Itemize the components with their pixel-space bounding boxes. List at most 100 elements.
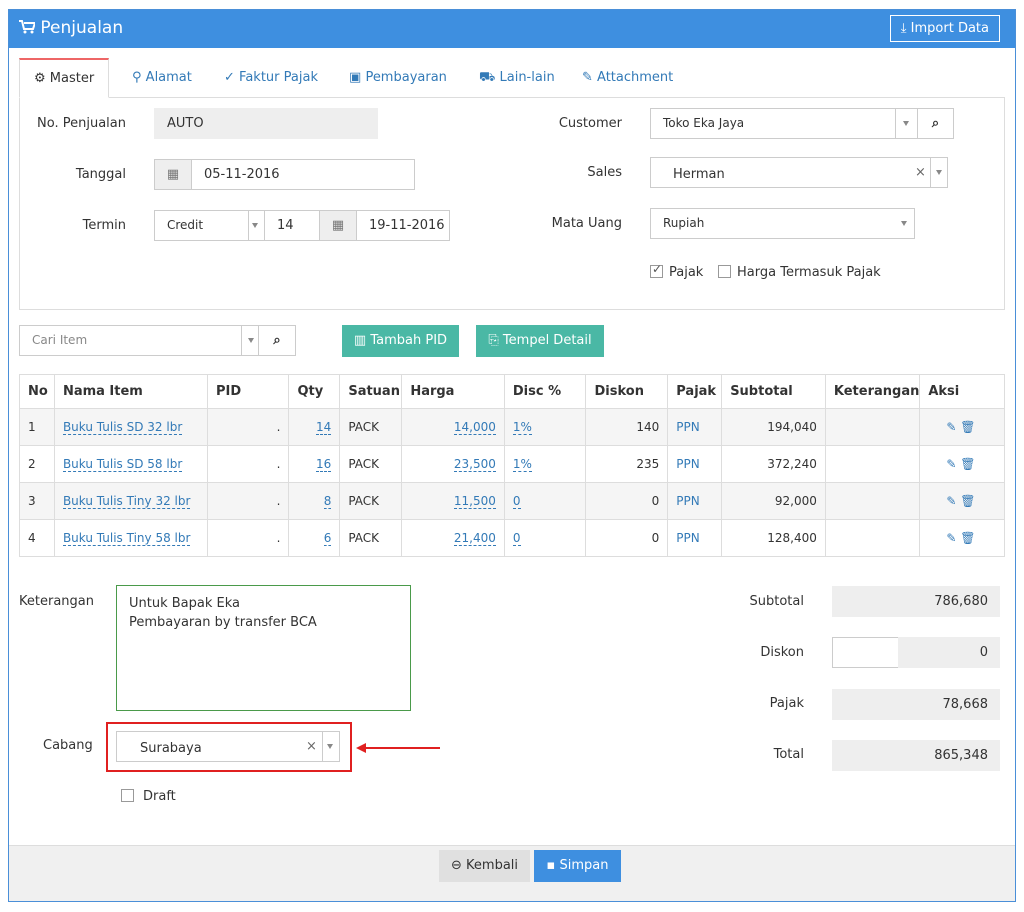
table-header-row: No Nama Item PID Qty Satuan Harga Disc %… xyxy=(19,374,1005,409)
pajak-link[interactable]: PPN xyxy=(676,457,699,471)
cell-satuan: PACK xyxy=(339,519,403,557)
item-link[interactable]: Buku Tulis SD 32 lbr xyxy=(62,420,183,435)
harga-link[interactable]: 11,500 xyxy=(453,494,496,509)
checkbox-unchecked-icon xyxy=(121,789,134,802)
tab-alamat[interactable]: ⚲ Alamat xyxy=(132,58,192,98)
simpan-button[interactable]: ▪ Simpan xyxy=(534,850,621,882)
harga-link[interactable]: 14,000 xyxy=(453,420,496,435)
item-link[interactable]: Buku Tulis Tiny 58 lbr xyxy=(62,531,191,546)
cell-no: 3 xyxy=(19,482,55,520)
sales-select[interactable]: Herman × xyxy=(650,157,948,188)
chevron-down-icon xyxy=(936,170,942,175)
customer-label: Customer xyxy=(558,116,622,131)
termin-label: Termin xyxy=(82,218,126,233)
termin-date-field[interactable]: 19-11-2016 xyxy=(356,210,450,241)
cell-pajak: PPN xyxy=(667,519,723,557)
pencil-icon[interactable]: ✎ xyxy=(946,531,956,545)
pencil-icon[interactable]: ✎ xyxy=(946,420,956,434)
keterangan-label: Keterangan xyxy=(19,594,94,609)
item-table: No Nama Item PID Qty Satuan Harga Disc %… xyxy=(19,374,1005,557)
tab-faktur-pajak[interactable]: ✓ Faktur Pajak xyxy=(224,58,318,98)
calendar-icon[interactable]: ▦ xyxy=(154,159,192,190)
tanggal-label: Tanggal xyxy=(75,167,126,182)
diskon-input[interactable] xyxy=(832,637,899,668)
diskon-label: Diskon xyxy=(760,645,804,660)
clear-icon[interactable]: × xyxy=(915,156,926,190)
harga-termasuk-pajak-checkbox[interactable]: Harga Termasuk Pajak xyxy=(718,265,881,280)
tambah-pid-button[interactable]: ▥ Tambah PID xyxy=(342,325,459,357)
cart-icon xyxy=(19,20,35,34)
cell-harga: 11,500 xyxy=(401,482,505,520)
tanggal-field[interactable]: 05-11-2016 xyxy=(191,159,415,190)
item-link[interactable]: Buku Tulis SD 58 lbr xyxy=(62,457,183,472)
checkbox-unchecked-icon xyxy=(718,265,731,278)
item-link[interactable]: Buku Tulis Tiny 32 lbr xyxy=(62,494,191,509)
tab-master[interactable]: ⚙ Master xyxy=(19,58,110,98)
cell-diskon: 0 xyxy=(585,482,669,520)
no-penjualan-field: AUTO xyxy=(154,108,378,139)
qty-link[interactable]: 8 xyxy=(323,494,332,509)
download-icon: ⤓ xyxy=(900,21,907,36)
pajak-link[interactable]: PPN xyxy=(676,531,699,545)
keterangan-textarea[interactable]: Untuk Bapak Eka Pembayaran by transfer B… xyxy=(116,585,411,711)
clear-icon[interactable]: × xyxy=(306,730,317,764)
cell-pid[interactable]: . xyxy=(206,519,290,557)
pajak-checkbox[interactable]: ✓ Pajak xyxy=(650,262,703,280)
import-data-button[interactable]: ⤓ Import Data xyxy=(889,15,1000,42)
cell-keterangan[interactable] xyxy=(824,445,921,483)
cell-keterangan[interactable] xyxy=(824,482,921,520)
no-penjualan-label: No. Penjualan xyxy=(37,116,126,131)
tab-lain-lain[interactable]: ⛟ Lain-lain xyxy=(479,58,555,98)
col-satuan: Satuan xyxy=(339,374,403,409)
disc-link[interactable]: 1% xyxy=(512,457,532,472)
cell-pid[interactable]: . xyxy=(206,408,290,446)
customer-select[interactable]: Toko Eka Jaya xyxy=(650,108,918,139)
kembali-button[interactable]: ⊖ Kembali xyxy=(439,850,530,882)
cell-no: 2 xyxy=(19,445,55,483)
pencil-icon[interactable]: ✎ xyxy=(946,494,956,508)
disc-link[interactable]: 0 xyxy=(512,531,521,546)
cell-satuan: PACK xyxy=(339,408,403,446)
divider xyxy=(241,326,242,355)
qty-link[interactable]: 16 xyxy=(316,457,332,472)
cell-pajak: PPN xyxy=(667,482,723,520)
cell-qty: 14 xyxy=(288,408,341,446)
cell-subtotal: 194,040 xyxy=(721,408,826,446)
disc-link[interactable]: 1% xyxy=(512,420,532,435)
qty-link[interactable]: 6 xyxy=(323,531,332,546)
cabang-label: Cabang xyxy=(43,738,93,753)
search-icon[interactable]: ⌕ xyxy=(258,325,296,356)
cell-pid[interactable]: . xyxy=(206,445,290,483)
arrow-circle-left-icon: ⊖ xyxy=(450,858,462,873)
trash-icon[interactable]: 🗑 xyxy=(960,494,975,508)
cell-qty: 8 xyxy=(288,482,341,520)
cell-subtotal: 128,400 xyxy=(721,519,826,557)
cell-pid[interactable]: . xyxy=(206,482,290,520)
qty-link[interactable]: 14 xyxy=(316,420,332,435)
cell-keterangan[interactable] xyxy=(824,408,921,446)
draft-checkbox[interactable]: Draft xyxy=(121,789,176,804)
col-harga: Harga xyxy=(401,374,505,409)
total-value: 865,348 xyxy=(832,740,1000,771)
harga-link[interactable]: 21,400 xyxy=(453,531,496,546)
trash-icon[interactable]: 🗑 xyxy=(960,457,975,471)
tempel-detail-button[interactable]: ⎘ Tempel Detail xyxy=(476,325,604,357)
harga-link[interactable]: 23,500 xyxy=(453,457,496,472)
cell-keterangan[interactable] xyxy=(824,519,921,557)
trash-icon[interactable]: 🗑 xyxy=(960,420,975,434)
cari-item-input[interactable]: Cari Item xyxy=(19,325,259,356)
termin-days-field[interactable]: 14 xyxy=(264,210,320,241)
calendar-icon[interactable]: ▦ xyxy=(319,210,357,241)
cell-no: 1 xyxy=(19,408,55,446)
cell-subtotal: 92,000 xyxy=(721,482,826,520)
disc-link[interactable]: 0 xyxy=(512,494,521,509)
tab-pembayaran[interactable]: ▣ Pembayaran xyxy=(349,58,447,98)
tab-attachment[interactable]: ✎ Attachment xyxy=(582,58,673,98)
trash-icon[interactable]: 🗑 xyxy=(960,531,975,545)
pajak-link[interactable]: PPN xyxy=(676,494,699,508)
pencil-icon[interactable]: ✎ xyxy=(946,457,956,471)
pajak-link[interactable]: PPN xyxy=(676,420,699,434)
search-icon[interactable]: ⌕ xyxy=(917,108,954,139)
mata-uang-select[interactable]: Rupiah xyxy=(650,208,915,239)
cabang-select[interactable]: Surabaya × xyxy=(116,731,340,762)
